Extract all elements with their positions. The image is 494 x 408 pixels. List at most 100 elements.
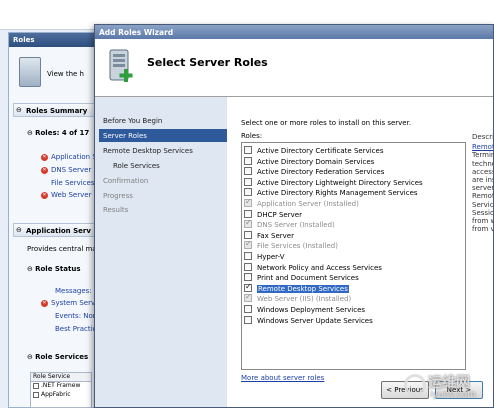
instruction-text: Select one or more roles to install on t… bbox=[241, 119, 412, 127]
description-line: Sessio bbox=[472, 208, 494, 217]
description-line: are ins bbox=[472, 176, 494, 185]
status-system-services[interactable]: ✕ System Serv bbox=[41, 299, 95, 307]
role-label: Web Server (IIS) (Installed) bbox=[257, 295, 352, 304]
provides-text: Provides central ma bbox=[27, 245, 97, 253]
description-line: access bbox=[472, 167, 494, 176]
role-checkbox[interactable] bbox=[244, 282, 252, 292]
role-checkbox bbox=[244, 239, 252, 250]
nav-server-roles[interactable]: Server Roles bbox=[99, 129, 227, 142]
role-checkbox[interactable] bbox=[244, 177, 252, 186]
role-item[interactable]: Active Directory Domain Services bbox=[244, 156, 375, 167]
role-item[interactable]: Application Server (Installed) bbox=[244, 197, 359, 209]
add-roles-wizard: Add Roles Wizard Select Server Roles Bef… bbox=[94, 24, 494, 408]
description-link[interactable]: Remot bbox=[472, 143, 493, 151]
role-checkbox[interactable] bbox=[244, 188, 252, 197]
role-checkbox bbox=[244, 197, 252, 207]
table-header: Role Service bbox=[31, 373, 91, 382]
watermark-en: iyunv.com bbox=[430, 390, 476, 400]
role-checkbox bbox=[244, 218, 252, 229]
watermark-cn: 运维网 bbox=[428, 375, 470, 391]
role-item[interactable]: Print and Document Services bbox=[244, 273, 359, 283]
watermark-logo-icon bbox=[404, 374, 426, 396]
role-item[interactable]: File Services (Installed) bbox=[244, 239, 338, 251]
role-checkbox[interactable] bbox=[244, 315, 252, 324]
summary-item-dns-server[interactable]: ✕ DNS Server bbox=[41, 166, 91, 174]
role-services-heading: Role Services bbox=[27, 353, 88, 361]
checkbox bbox=[33, 382, 39, 389]
role-item[interactable]: Remote Desktop Services bbox=[244, 282, 349, 294]
description-line: Termin bbox=[472, 151, 494, 160]
roles-summary-section[interactable]: Roles Summary bbox=[13, 103, 97, 117]
roles-list[interactable]: Active Directory Certificate Services Act… bbox=[241, 142, 466, 370]
description-line: techno bbox=[472, 159, 494, 168]
role-label: Print and Document Services bbox=[257, 274, 359, 283]
table-row: AppFabric bbox=[31, 391, 91, 400]
role-label: Windows Server Update Services bbox=[257, 316, 373, 325]
role-label: Windows Deployment Services bbox=[257, 306, 366, 314]
role-status-heading: Role Status bbox=[27, 265, 80, 273]
server-icon bbox=[19, 57, 41, 87]
error-icon: ✕ bbox=[41, 299, 48, 307]
role-label: DNS Server (Installed) bbox=[257, 221, 335, 230]
nav-progress: Progress bbox=[103, 192, 133, 200]
roles-label: Roles: bbox=[241, 132, 263, 140]
role-label: Network Policy and Access Services bbox=[257, 263, 382, 272]
wizard-header: Select Server Roles bbox=[95, 39, 493, 97]
more-about-roles-link[interactable]: More about server roles bbox=[241, 374, 324, 382]
role-label: Fax Server bbox=[257, 231, 294, 240]
wizard-titlebar: Add Roles Wizard bbox=[95, 25, 493, 39]
role-item[interactable]: Active Directory Federation Services bbox=[244, 167, 384, 177]
role-label: Active Directory Lightweight Directory S… bbox=[257, 178, 423, 187]
role-checkbox[interactable] bbox=[244, 305, 252, 313]
role-item[interactable]: Active Directory Rights Management Servi… bbox=[244, 188, 418, 198]
application-server-section[interactable]: Application Serv bbox=[13, 223, 97, 237]
role-item[interactable]: Windows Deployment Services bbox=[244, 305, 365, 315]
role-label: Active Directory Certificate Services bbox=[257, 147, 384, 155]
nav-before-you-begin[interactable]: Before You Begin bbox=[103, 117, 162, 125]
role-label: Active Directory Domain Services bbox=[257, 157, 375, 166]
role-label: Active Directory Rights Management Servi… bbox=[257, 189, 418, 198]
nav-remote-desktop-services[interactable]: Remote Desktop Services bbox=[103, 147, 193, 155]
status-events[interactable]: Events: Nor bbox=[55, 312, 96, 320]
summary-item-application-server[interactable]: ✕ Application S bbox=[41, 153, 97, 161]
wizard-nav: Before You Begin Server Roles Remote Des… bbox=[95, 97, 227, 407]
error-icon: ✕ bbox=[41, 166, 48, 174]
nav-role-services[interactable]: Role Services bbox=[113, 162, 160, 170]
roles-header: Roles bbox=[9, 33, 97, 47]
role-checkbox[interactable] bbox=[244, 146, 252, 154]
role-item[interactable]: Web Server (IIS) (Installed) bbox=[244, 292, 352, 304]
description-text: Termin techno access are ins server Remot Serv… bbox=[472, 151, 494, 233]
role-item[interactable]: Hyper-V bbox=[244, 252, 285, 262]
role-checkbox[interactable] bbox=[244, 273, 252, 282]
description-label: Descri bbox=[472, 133, 494, 141]
description-line: Remot bbox=[472, 192, 494, 201]
role-checkbox[interactable] bbox=[244, 230, 252, 239]
role-item[interactable]: Network Policy and Access Services bbox=[244, 262, 382, 273]
role-checkbox[interactable] bbox=[244, 167, 252, 176]
summary-item-web-server[interactable]: ✕ Web Server bbox=[41, 191, 91, 199]
description-line: from w bbox=[472, 217, 494, 226]
role-checkbox[interactable] bbox=[244, 156, 252, 165]
role-item[interactable]: DHCP Server bbox=[244, 209, 302, 220]
checkbox bbox=[33, 391, 39, 398]
description-pane: Descri Remot Termin techno access are ins se… bbox=[472, 133, 494, 233]
role-checkbox[interactable] bbox=[244, 209, 252, 218]
nav-confirmation: Confirmation bbox=[103, 177, 149, 185]
status-messages[interactable]: Messages: N bbox=[55, 287, 97, 295]
view-text: View the h bbox=[47, 70, 84, 78]
role-item[interactable]: Active Directory Certificate Services bbox=[244, 146, 383, 156]
role-label: Application Server (Installed) bbox=[257, 200, 359, 208]
table-row: .NET Framew bbox=[31, 382, 91, 391]
role-item[interactable]: Windows Server Update Services bbox=[244, 315, 373, 326]
role-checkbox[interactable] bbox=[244, 252, 252, 260]
role-label: Hyper-V bbox=[257, 253, 285, 261]
role-label: File Services (Installed) bbox=[257, 242, 338, 251]
role-item[interactable]: Active Directory Lightweight Directory S… bbox=[244, 177, 423, 188]
role-label: DHCP Server bbox=[257, 210, 302, 219]
role-checkbox bbox=[244, 292, 252, 303]
server-add-icon bbox=[109, 49, 133, 82]
status-best-practices[interactable]: Best Practic bbox=[55, 325, 96, 333]
summary-item-file-services[interactable]: File Services bbox=[51, 179, 94, 187]
role-item[interactable]: DNS Server (Installed) bbox=[244, 218, 335, 230]
role-checkbox[interactable] bbox=[244, 262, 252, 271]
